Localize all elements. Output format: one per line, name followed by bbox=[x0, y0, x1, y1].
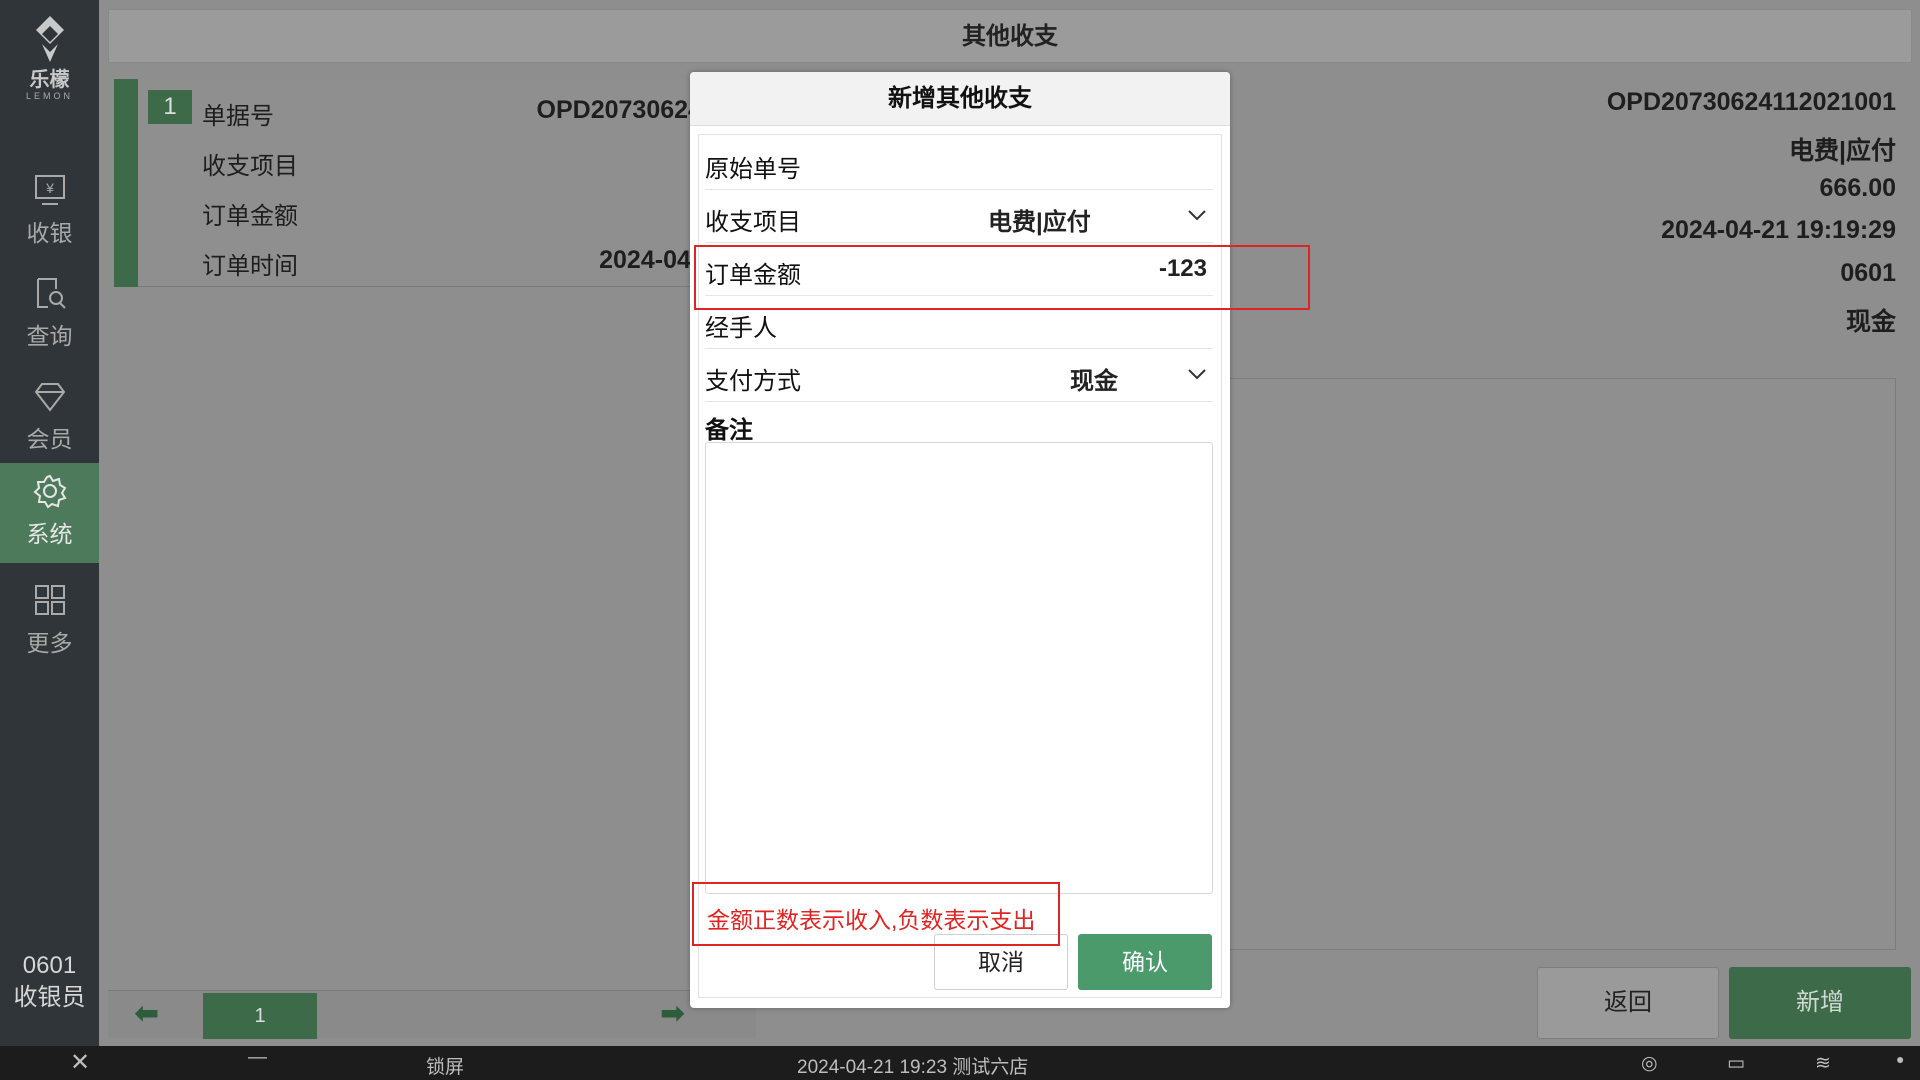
svg-text:¥: ¥ bbox=[45, 180, 54, 196]
chevron-down-icon bbox=[1188, 369, 1206, 380]
payment-method-select[interactable]: 支付方式 现金 bbox=[705, 349, 1213, 402]
field-label: 收支项目 bbox=[705, 209, 801, 236]
detail-doc-no: OPD20730624112021001 bbox=[1606, 88, 1896, 116]
remark-textarea[interactable] bbox=[705, 442, 1213, 894]
lemon-logo-icon bbox=[35, 16, 64, 62]
item-select-value: 电费|应付 bbox=[988, 209, 1091, 236]
pager: ⬅ 1 ➡ bbox=[108, 990, 756, 1039]
item-select[interactable]: 收支项目 电费|应付 bbox=[705, 190, 1213, 243]
chevron-down-icon bbox=[1188, 210, 1206, 221]
nav-item-cashier[interactable]: ¥ 收银 bbox=[0, 162, 99, 262]
sidebar: 乐檬 LEMON ¥ 收银 查询 会员 系统 更多 0601 收银员 bbox=[0, 0, 99, 1046]
list-item[interactable]: 1 单据号 收支项目 订单金额 订单时间 OPD20730624112021 6… bbox=[114, 79, 784, 287]
dialog-title: 新增其他收支 bbox=[690, 72, 1230, 126]
detail-amount: 666.00 bbox=[1819, 174, 1896, 202]
user-info: 0601 收银员 bbox=[0, 950, 99, 1014]
query-icon bbox=[37, 278, 66, 309]
status-dot-icon: ● bbox=[1896, 1051, 1905, 1067]
list-item-index: 1 bbox=[148, 90, 192, 124]
user-role: 收银员 bbox=[13, 984, 86, 1011]
lock-screen-button[interactable]: 锁屏 bbox=[426, 1052, 464, 1079]
card-label-item: 收支项目 bbox=[202, 153, 298, 180]
payment-method-value: 现金 bbox=[1070, 368, 1118, 395]
wifi-icon[interactable]: ≋ bbox=[1815, 1052, 1831, 1075]
amount-highlight-box bbox=[694, 245, 1310, 310]
hint-highlight-box bbox=[692, 882, 1060, 946]
nav-label: 查询 bbox=[26, 323, 73, 349]
detail-time: 2024-04-21 19:19:29 bbox=[1661, 216, 1896, 244]
selected-indicator bbox=[114, 79, 138, 287]
member-icon bbox=[34, 383, 66, 412]
minimize-icon[interactable]: — bbox=[248, 1047, 267, 1069]
add-other-income-expense-dialog: 新增其他收支 原始单号 收支项目 电费|应付 订单金额 -123 经手人 支付方… bbox=[690, 72, 1230, 1008]
card-label-amount: 订单金额 bbox=[202, 203, 298, 230]
back-button[interactable]: 返回 bbox=[1537, 967, 1719, 1039]
logo-text: 乐檬 bbox=[29, 69, 70, 91]
grid-icon bbox=[35, 585, 65, 615]
detail-handler: 0601 bbox=[1840, 259, 1896, 287]
nav-label: 更多 bbox=[26, 630, 73, 656]
monitor-icon[interactable]: ▭ bbox=[1727, 1052, 1745, 1075]
nav-label: 会员 bbox=[26, 426, 73, 452]
user-code: 0601 bbox=[22, 952, 77, 979]
brand-logo: 乐檬 LEMON bbox=[0, 14, 99, 101]
prev-page-arrow-icon[interactable]: ⬅ bbox=[134, 999, 184, 1029]
nav-item-member[interactable]: 会员 bbox=[0, 368, 99, 468]
logo-subtext: LEMON bbox=[25, 91, 73, 101]
cashier-icon: ¥ bbox=[35, 175, 65, 205]
card-label-doc-no: 单据号 bbox=[202, 103, 274, 130]
nav-item-more[interactable]: 更多 bbox=[0, 572, 99, 672]
original-no-field[interactable]: 原始单号 bbox=[705, 137, 1213, 190]
detail-item: 电费|应付 bbox=[1789, 137, 1896, 165]
nav-item-query[interactable]: 查询 bbox=[0, 265, 99, 365]
nav-label: 系统 bbox=[26, 521, 73, 547]
nav-item-system[interactable]: 系统 bbox=[0, 463, 99, 563]
gear-icon bbox=[33, 474, 67, 509]
current-page[interactable]: 1 bbox=[203, 993, 317, 1039]
remark-label: 备注 bbox=[705, 417, 753, 444]
field-label: 原始单号 bbox=[705, 156, 801, 183]
confirm-button[interactable]: 确认 bbox=[1078, 934, 1212, 990]
close-icon[interactable]: ✕ bbox=[70, 1048, 90, 1077]
globe-icon[interactable]: ◎ bbox=[1641, 1052, 1658, 1075]
field-label: 经手人 bbox=[705, 315, 777, 342]
detail-remark-area bbox=[1200, 378, 1896, 950]
nav-label: 收银 bbox=[26, 220, 73, 246]
datetime-store: 2024-04-21 19:23 测试六店 bbox=[797, 1057, 1029, 1078]
field-label: 支付方式 bbox=[705, 368, 801, 395]
page-title: 其他收支 bbox=[108, 9, 1912, 63]
status-bar: ✕ — 锁屏 2024-04-21 19:23 测试六店 ◎ ▭ ≋ ● bbox=[0, 1046, 1920, 1080]
card-label-time: 订单时间 bbox=[202, 253, 298, 280]
detail-payment: 现金 bbox=[1845, 308, 1896, 336]
add-button[interactable]: 新增 bbox=[1729, 967, 1911, 1039]
